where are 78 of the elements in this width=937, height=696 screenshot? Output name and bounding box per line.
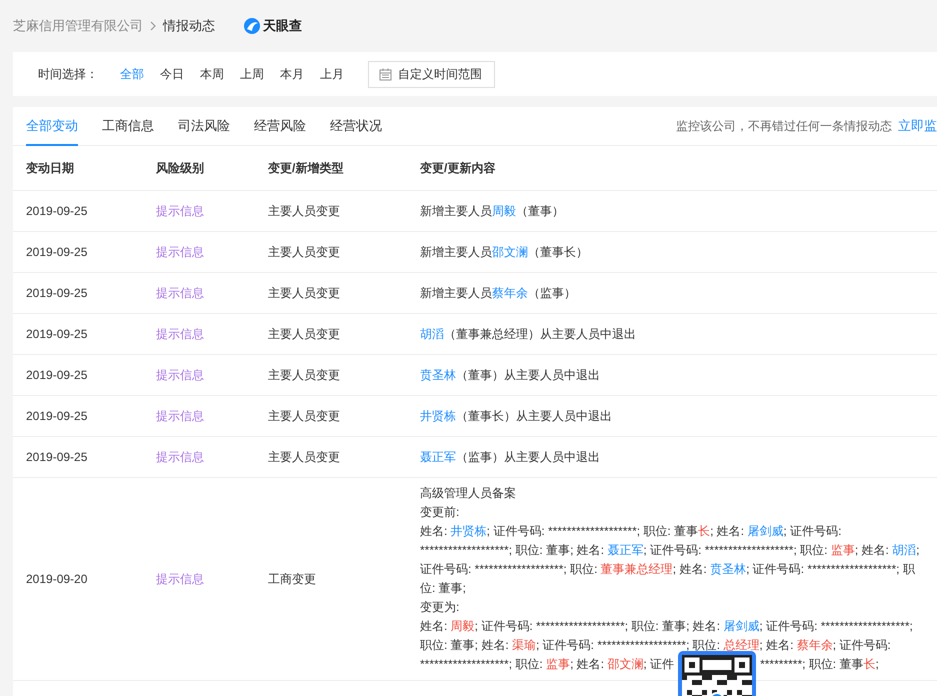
person-link[interactable]: 井贤栋: [420, 408, 456, 422]
change-type: 工商变更: [268, 570, 317, 588]
change-type: 主要人员变更: [268, 448, 341, 466]
date-cell-text: 2019-09-20: [26, 572, 88, 586]
custom-range-button[interactable]: 自定义时间范围: [368, 60, 495, 88]
change-text: 新增主要人员蔡年余（监事）: [420, 284, 577, 302]
date-cell-text: 2019-09-25: [26, 368, 88, 382]
change-text: 贲圣林（董事）从主要人员中退出: [420, 366, 601, 384]
change-text: 变更为:: [420, 599, 460, 616]
person-link[interactable]: 井贤栋: [450, 524, 487, 538]
risk-level: 提示信息: [156, 448, 205, 466]
column-header: 变动日期: [26, 160, 75, 176]
change-text: 姓名: 周毅; 证件号码: *******************; 职位: 董事; 姓名: 屠剑威; 证件号码: *******************; 职位: 董事; 姓名: 渠瑜; 证件号码: *******************; 职位: 总经理; 姓名: 蔡年余; 证件号码: *******************; 职位: 监事; 姓名: 邵文澜; 证件 *********; 职位: 董事长;: [420, 617, 925, 674]
date-cell-text: 2019-09-25: [26, 327, 88, 341]
breadcrumb-item[interactable]: 芝麻信用管理有限公司: [13, 17, 143, 35]
time-option[interactable]: 全部: [112, 66, 152, 82]
tab[interactable]: 经营状况: [318, 107, 394, 146]
person-link[interactable]: 蔡年余: [492, 286, 528, 300]
change-text: 高级管理人员备案: [420, 485, 517, 502]
column-header: 变更/新增类型: [268, 160, 344, 176]
change-type: 主要人员变更: [268, 244, 341, 260]
person-link[interactable]: 邵文澜: [607, 657, 644, 671]
risk-level: 提示信息: [156, 284, 205, 302]
risk-level: 提示信息: [156, 244, 205, 260]
time-option[interactable]: 本月: [272, 66, 312, 82]
risk-level: 提示信息: [156, 570, 205, 588]
date-cell-text: 2019-09-25: [26, 286, 88, 300]
tab[interactable]: 全部变动: [26, 107, 78, 146]
tab[interactable]: 司法风险: [166, 107, 242, 146]
tab[interactable]: 经营风险: [242, 107, 318, 146]
person-link[interactable]: 聂正军: [607, 543, 644, 557]
change-text: 变更前:: [420, 504, 460, 521]
change-text: 井贤栋（董事长）从主要人员中退出: [420, 408, 613, 424]
monitor-link[interactable]: 立即监: [898, 117, 937, 135]
person-link[interactable]: 周毅: [492, 204, 516, 218]
time-option[interactable]: 上月: [312, 66, 352, 82]
column-header: 变更/更新内容: [420, 160, 496, 176]
time-option[interactable]: 本周: [192, 66, 232, 82]
change-text: 姓名: 井贤栋; 证件号码: *******************; 职位: 董事长; 姓名: 屠剑威; 证件号码: *******************; 职位: 董事; 姓名: 聂正军; 证件号码: *******************; 职位: 监事; 姓名: 胡滔; 证件号码: *******************; 职位: 董事兼总经理; 姓名: 贲圣林; 证件号码: *******************; 职位: 董事;: [420, 523, 920, 597]
risk-level: 提示信息: [156, 408, 205, 424]
calendar-icon: [379, 68, 392, 80]
date-cell-text: 2019-09-25: [26, 450, 88, 464]
risk-level: 提示信息: [156, 366, 205, 384]
chevron-icon: [149, 21, 157, 31]
date-cell-text: 2019-09-25: [26, 409, 88, 423]
change-text: 胡滔（董事兼总经理）从主要人员中退出: [420, 326, 637, 342]
filter-label: 时间选择：: [38, 66, 98, 82]
person-link[interactable]: 胡滔: [892, 543, 916, 557]
change-type: 主要人员变更: [268, 408, 341, 424]
risk-level: 提示信息: [156, 326, 205, 342]
risk-level: 提示信息: [156, 202, 205, 220]
person-link[interactable]: 蔡年余: [796, 638, 833, 652]
logo-icon: [243, 17, 261, 35]
person-link[interactable]: 贲圣林: [420, 368, 456, 382]
date-cell-text: 2019-09-25: [26, 204, 88, 218]
logo-text: 天眼查: [263, 17, 302, 35]
change-type: 主要人员变更: [268, 326, 341, 342]
change-type: 主要人员变更: [268, 284, 341, 302]
breadcrumb-item: 情报动态: [163, 17, 215, 35]
person-link[interactable]: 贲圣林: [710, 562, 746, 576]
monitor-hint: 监控该公司，不再错过任何一条情报动态: [676, 118, 892, 134]
person-link[interactable]: 聂正军: [420, 450, 456, 464]
change-text: 新增主要人员周毅（董事）: [420, 202, 565, 220]
person-link[interactable]: 屠剑威: [747, 524, 784, 538]
person-link[interactable]: 屠剑威: [723, 619, 760, 633]
column-header: 风险级别: [156, 160, 205, 176]
change-type: 主要人员变更: [268, 366, 341, 384]
change-text: 新增主要人员邵文澜（董事长）: [420, 244, 589, 260]
date-cell-text: 2019-09-25: [26, 245, 88, 259]
person-link[interactable]: 周毅: [450, 619, 475, 633]
person-link[interactable]: 渠瑜: [512, 638, 536, 652]
change-type: 主要人员变更: [268, 202, 341, 220]
time-option[interactable]: 今日: [152, 66, 192, 82]
tab[interactable]: 工商信息: [90, 107, 166, 146]
person-link[interactable]: 邵文澜: [492, 244, 528, 258]
change-text: 聂正军（监事）从主要人员中退出: [420, 448, 601, 466]
person-link[interactable]: 胡滔: [420, 326, 444, 340]
time-option[interactable]: 上周: [232, 66, 272, 82]
